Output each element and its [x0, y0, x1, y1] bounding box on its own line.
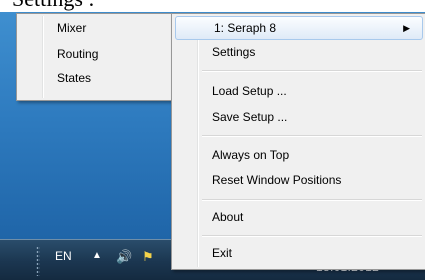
page-caption: Settings : — [0, 0, 202, 12]
menu-item-load-setup[interactable]: Load Setup ... — [174, 80, 424, 102]
menu-separator — [202, 70, 422, 72]
settings-submenu: Mixer Routing States — [16, 13, 174, 101]
taskbar-grip[interactable] — [36, 246, 40, 276]
menu-item-mixer[interactable]: Mixer — [19, 17, 171, 39]
context-menu: 1: Seraph 8 ▶ Settings Load Setup ... Sa… — [171, 13, 425, 270]
menu-item-settings[interactable]: Settings — [174, 41, 424, 63]
menu-item-label: Reset Window Positions — [212, 173, 342, 187]
menu-item-always-on-top[interactable]: Always on Top — [174, 144, 424, 166]
submenu-arrow-icon: ▶ — [403, 23, 410, 33]
menu-item-label: Always on Top — [212, 148, 290, 162]
chevron-up-icon[interactable]: ▲ — [92, 250, 102, 261]
menu-item-label: Settings — [212, 45, 256, 59]
menu-item-label: Mixer — [57, 21, 87, 35]
menu-item-label: 1: Seraph 8 — [214, 21, 277, 35]
flag-icon[interactable]: ⚑ — [142, 249, 154, 265]
language-indicator[interactable]: EN — [55, 249, 72, 263]
speaker-icon[interactable]: 🔊 — [116, 249, 132, 265]
menu-item-save-setup[interactable]: Save Setup ... — [174, 106, 424, 128]
menu-item-label: Load Setup ... — [212, 84, 287, 98]
menu-item-exit[interactable]: Exit — [174, 242, 424, 264]
menu-item-routing[interactable]: Routing — [19, 43, 171, 65]
menu-separator — [202, 135, 422, 137]
menu-item-device[interactable]: 1: Seraph 8 ▶ — [175, 16, 423, 40]
menu-item-reset-window-positions[interactable]: Reset Window Positions — [174, 169, 424, 191]
menu-item-label: Routing — [57, 47, 99, 61]
menu-item-label: States — [57, 71, 92, 85]
menu-item-states[interactable]: States — [19, 67, 171, 89]
menu-separator — [202, 235, 422, 237]
menu-item-about[interactable]: About — [174, 206, 424, 228]
menu-item-label: Exit — [212, 246, 233, 260]
menu-separator — [202, 199, 422, 201]
menu-item-label: About — [212, 210, 244, 224]
menu-item-label: Save Setup ... — [212, 110, 288, 124]
